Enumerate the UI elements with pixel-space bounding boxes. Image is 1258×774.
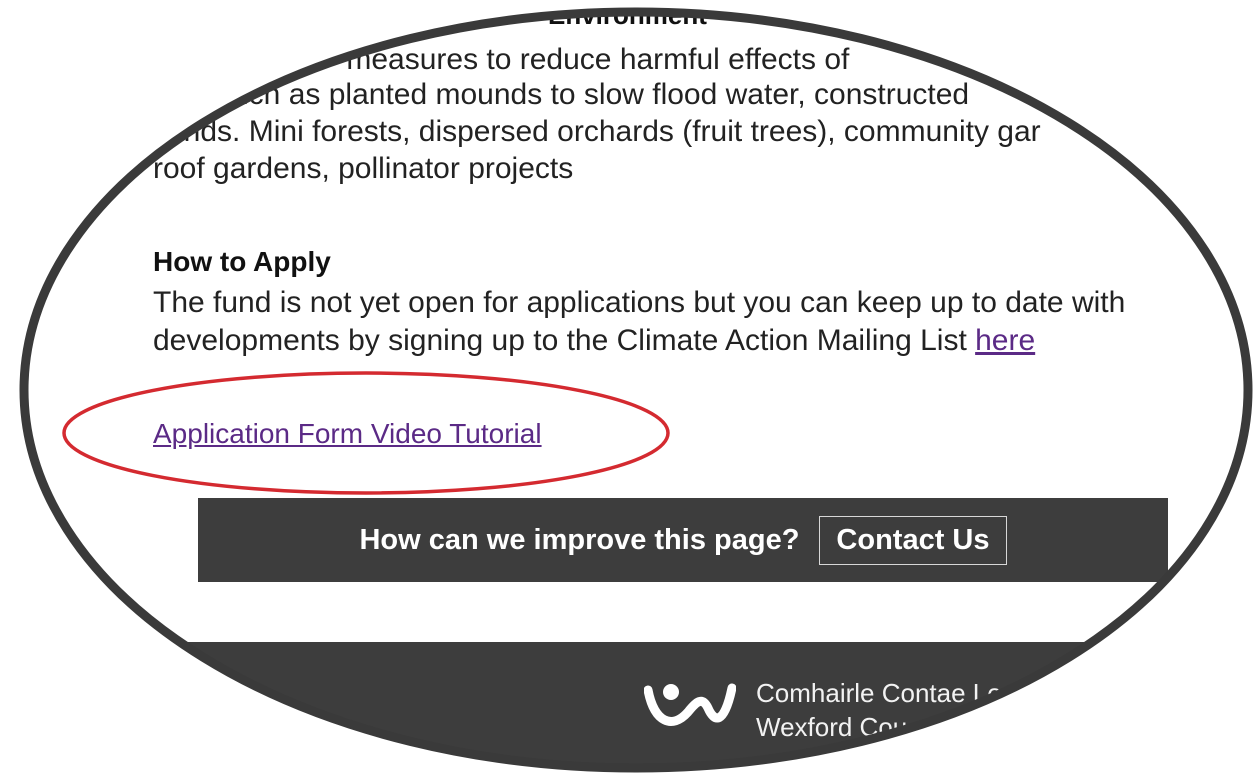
contact-us-button[interactable]: Contact Us bbox=[819, 515, 1007, 565]
section-heading-partial: Environment bbox=[548, 0, 707, 30]
paragraph-line-3: tlands. Mini forests, dispersed orchards… bbox=[152, 115, 1041, 148]
mailing-list-link[interactable]: here bbox=[975, 324, 1035, 357]
paragraph-line-2: uch as planted mounds to slow flood wate… bbox=[232, 78, 970, 111]
how-to-apply-text: The fund is not yet open for application… bbox=[153, 284, 1183, 360]
feedback-bar: How can we improve this page? Contact Us bbox=[198, 498, 1168, 582]
feedback-question: How can we improve this page? bbox=[359, 523, 800, 556]
how-to-apply-heading: How to Apply bbox=[153, 246, 331, 277]
footer: Comhairle Contae Lo Wexford Cou bbox=[0, 642, 1258, 774]
page: Environment ce - measures to reduce harm… bbox=[0, 0, 1258, 774]
paragraph-line-4: roof gardens, pollinator projects bbox=[153, 152, 574, 185]
application-video-tutorial-link[interactable]: Application Form Video Tutorial bbox=[153, 418, 542, 450]
council-logo-icon bbox=[644, 683, 736, 726]
council-name-english: Wexford Cou bbox=[756, 712, 908, 742]
paragraph-line-1: ce - measures to reduce harmful effects … bbox=[288, 43, 850, 76]
council-name-irish: Comhairle Contae Lo bbox=[756, 678, 1002, 708]
